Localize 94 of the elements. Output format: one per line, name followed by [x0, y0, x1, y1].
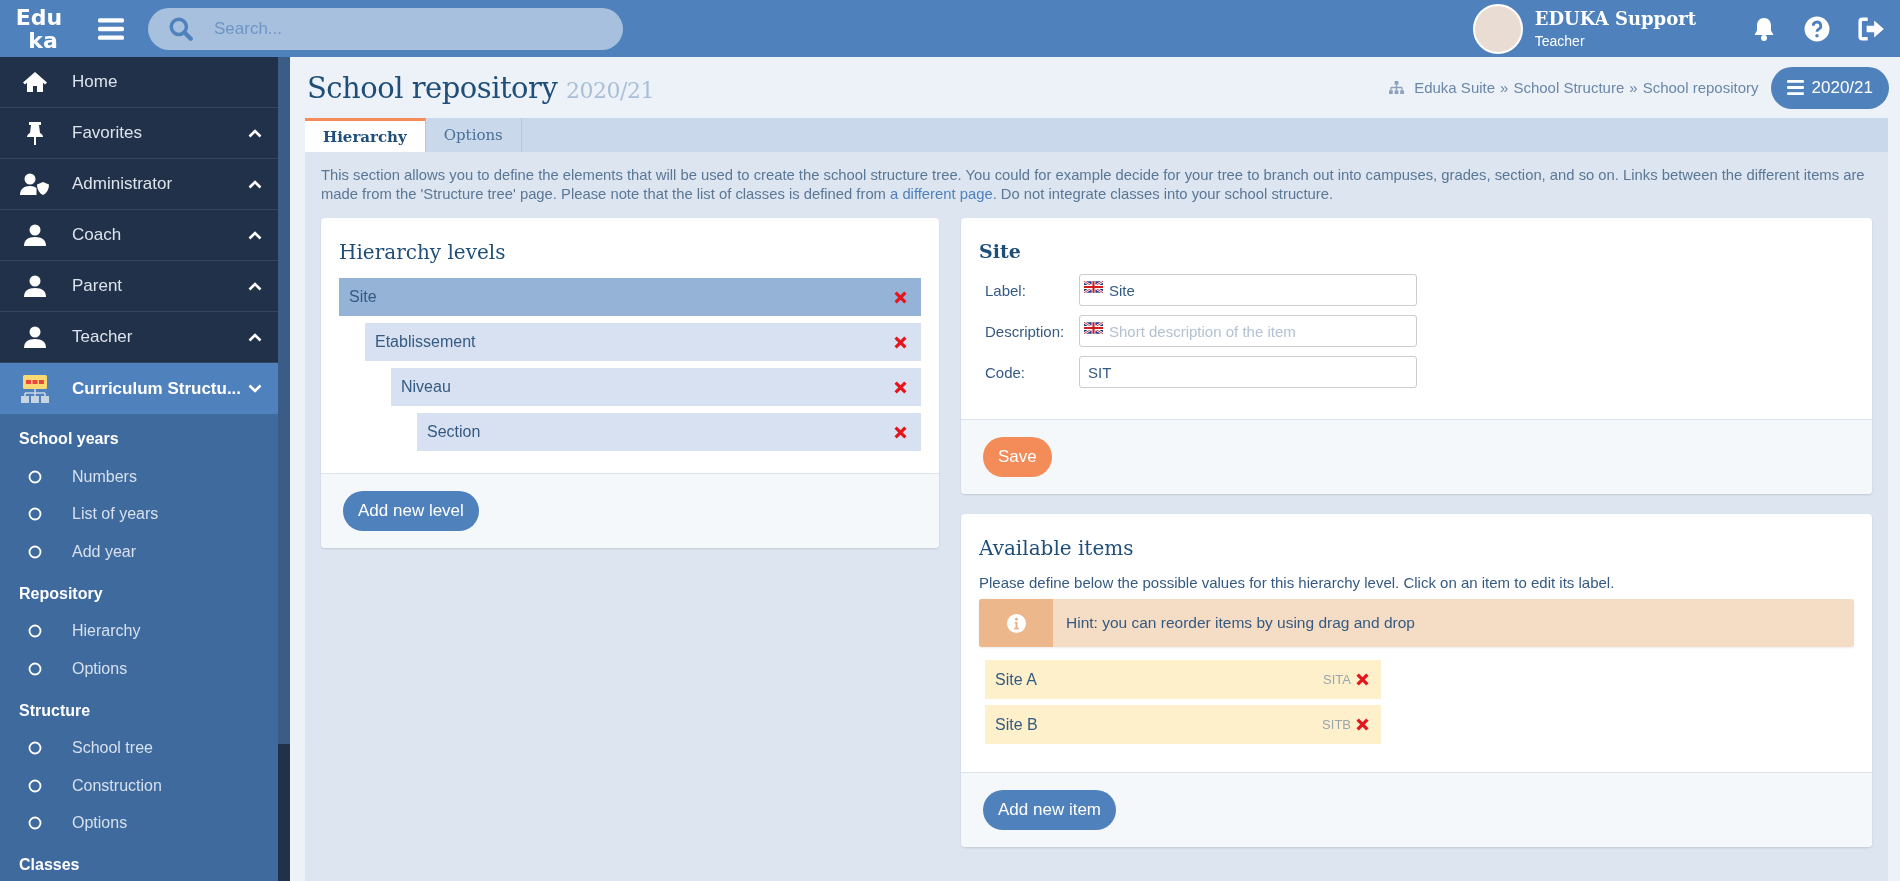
- flag-icon: [1084, 281, 1103, 293]
- add-level-button[interactable]: Add new level: [343, 491, 479, 531]
- sidebar-section-heading: Classes: [18, 855, 81, 875]
- sidebar-section-heading: Structure: [18, 700, 92, 721]
- breadcrumb-link[interactable]: School Structure: [1513, 79, 1625, 96]
- user-name: EDUKA Support: [1534, 8, 1696, 29]
- intro-text: This section allows you to define the elements that will be used to create the school structure tree. You could for example decide for your tree to branch out into campuses, grades, section, and so on. Links between the different items are made from the 'Structure tree' page. Please note that the list of classes is defined from a different page. Do not integrate classes into your school structure.: [321, 166, 1866, 204]
- chevron-icon: [248, 230, 262, 240]
- bell-icon[interactable]: [1752, 15, 1776, 42]
- sidebar-menu-item[interactable]: Curriculum Structu...: [0, 363, 278, 414]
- hierarchy-level-row[interactable]: Site: [339, 278, 921, 316]
- breadcrumb-separator: »: [1500, 79, 1509, 96]
- input-field[interactable]: SIT: [1079, 356, 1417, 388]
- sidebar-submenu-item[interactable]: Options: [0, 650, 278, 688]
- user-shield-icon: [20, 173, 50, 195]
- chevron-icon: [248, 332, 262, 342]
- breadcrumb-link[interactable]: Eduka Suite: [1414, 79, 1496, 96]
- breadcrumb-separator: »: [1629, 79, 1638, 96]
- logout-icon[interactable]: [1858, 16, 1886, 41]
- chevron-icon: [248, 179, 262, 189]
- sidebar-submenu-item[interactable]: Construction: [0, 767, 278, 805]
- input-field[interactable]: Site: [1079, 274, 1417, 306]
- sitemap-icon: [1389, 81, 1405, 94]
- card-title: Site: [979, 240, 1022, 262]
- delete-icon[interactable]: [1356, 673, 1369, 686]
- circle-icon: [28, 507, 42, 522]
- sidebar-submenu-item[interactable]: Options: [0, 804, 278, 842]
- save-button[interactable]: Save: [983, 437, 1052, 477]
- field-label: Label:: [985, 281, 1027, 299]
- item-code: SITA: [1323, 672, 1351, 687]
- sidebar-submenu-item[interactable]: School tree: [0, 729, 278, 767]
- delete-icon[interactable]: [894, 290, 907, 304]
- help-icon[interactable]: [1804, 15, 1830, 42]
- hierarchy-level-row[interactable]: Section: [417, 413, 921, 451]
- sidebar-menu-item[interactable]: Administrator: [0, 159, 278, 210]
- circle-icon: [28, 778, 42, 793]
- tab[interactable]: Hierarchy: [305, 118, 426, 152]
- delete-icon[interactable]: [894, 380, 907, 394]
- circle-icon: [28, 661, 42, 676]
- circle-icon: [28, 741, 42, 756]
- breadcrumb-link[interactable]: School repository: [1642, 79, 1759, 96]
- add-item-button[interactable]: Add new item: [983, 790, 1116, 830]
- menu-icon[interactable]: [98, 17, 124, 40]
- page-year: 2020/21: [566, 77, 654, 103]
- sidebar-menu-item[interactable]: Teacher: [0, 312, 278, 363]
- sidebar-menu-item[interactable]: Parent: [0, 261, 278, 312]
- sidebar-submenu-item[interactable]: List of years: [0, 495, 278, 533]
- info-icon: [1006, 613, 1026, 633]
- sitemap-icon: [20, 373, 50, 404]
- sidebar-menu-item[interactable]: Coach: [0, 210, 278, 261]
- chevron-icon: [248, 281, 262, 291]
- item-code: SITB: [1322, 717, 1351, 732]
- link[interactable]: a different page: [890, 186, 993, 202]
- scrollbar[interactable]: [278, 57, 290, 881]
- user-role: Teacher: [1534, 33, 1586, 49]
- item-row[interactable]: Site A SITA: [985, 660, 1381, 699]
- logo[interactable]: Edu ka: [12, 5, 66, 52]
- search-icon: [168, 15, 194, 42]
- delete-icon[interactable]: [1356, 718, 1369, 731]
- circle-icon: [28, 624, 42, 639]
- input-field[interactable]: Short description of the item: [1079, 315, 1417, 347]
- circle-icon: [28, 544, 42, 559]
- chevron-icon: [248, 384, 262, 393]
- item-row[interactable]: Site B SITB: [985, 705, 1381, 744]
- item-label: Site A: [995, 670, 1038, 689]
- page-title: School repository: [307, 70, 558, 105]
- hierarchy-level-row[interactable]: Etablissement: [365, 323, 921, 361]
- sidebar-menu-item[interactable]: Favorites: [0, 108, 278, 159]
- tab[interactable]: Options: [425, 118, 522, 152]
- search-field[interactable]: Search...: [148, 7, 623, 50]
- hint-text: Hint: you can reorder items by using drag and drop: [1066, 614, 1415, 632]
- help-text: Please define below the possible values for this hierarchy level. Click on an item to edit its label.: [979, 574, 1616, 591]
- chevron-icon: [248, 128, 262, 138]
- field-label: Description:: [985, 322, 1066, 340]
- flag-icon: [1084, 322, 1103, 334]
- menu-icon: [1786, 80, 1804, 95]
- item-label: Site B: [995, 715, 1039, 734]
- card-title: Available items: [979, 536, 1135, 560]
- sidebar-section-heading: School years: [18, 429, 120, 449]
- sidebar-submenu-item[interactable]: Numbers: [0, 458, 278, 496]
- scrollbar-thumb[interactable]: [278, 744, 290, 881]
- sidebar-submenu-item[interactable]: Add year: [0, 533, 278, 571]
- home-icon: [20, 71, 50, 93]
- hierarchy-level-row[interactable]: Niveau: [391, 368, 921, 406]
- circle-icon: [28, 816, 42, 831]
- delete-icon[interactable]: [894, 425, 907, 439]
- year-button[interactable]: 2020/21: [1770, 66, 1889, 109]
- sidebar-submenu-item[interactable]: Hierarchy: [0, 612, 278, 650]
- sidebar-section-heading: Repository: [18, 583, 104, 604]
- circle-icon: [28, 469, 42, 484]
- sidebar-menu-item[interactable]: Home: [0, 57, 278, 108]
- delete-icon[interactable]: [894, 335, 907, 349]
- field-label: Code:: [985, 363, 1027, 381]
- card-title: Hierarchy levels: [339, 240, 507, 264]
